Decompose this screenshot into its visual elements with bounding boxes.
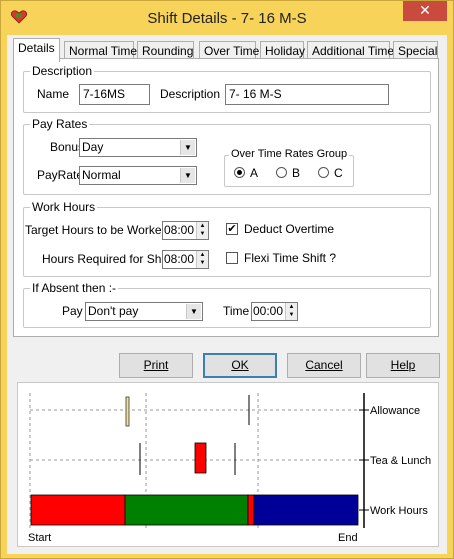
target-hours-label: Target Hours to be Worked (25, 223, 169, 237)
shift-timeline-chart: Allowance Tea & Lunch Work Hours Start E… (28, 393, 431, 544)
help-button-label: Help (390, 358, 416, 372)
pay-rates-group: Pay Rates Bonus Day ▼ PayRate Normal ▼ O… (23, 117, 431, 195)
radio-b-label: B (292, 166, 301, 180)
deduct-overtime-checkbox[interactable]: ✔ (226, 223, 238, 235)
description-group-title: Description (30, 64, 95, 78)
payrate-select[interactable]: Normal ▼ (79, 166, 197, 185)
chevron-down-icon[interactable]: ▼ (180, 140, 195, 155)
absent-time-spinner[interactable]: 00:00 ▲ ▼ (251, 302, 298, 321)
description-label: Description (160, 87, 221, 101)
row-label-tea-lunch: Tea & Lunch (370, 455, 431, 467)
ok-button[interactable]: OK (203, 353, 277, 378)
payrate-label: PayRate (37, 168, 84, 182)
help-button[interactable]: Help (366, 353, 440, 378)
x-end-label: End (338, 532, 358, 544)
bonus-select[interactable]: Day ▼ (79, 138, 197, 157)
absent-pay-value: Don't pay (88, 304, 139, 318)
hours-required-value: 08:00 (164, 252, 195, 266)
radio-a-label: A (250, 166, 259, 180)
if-absent-group: If Absent then :- Pay Don't pay ▼ Time 0… (23, 281, 431, 328)
spinner-arrows-icon[interactable]: ▲ ▼ (196, 251, 208, 268)
absent-time-label: Time (223, 304, 250, 318)
target-hours-value: 08:00 (164, 223, 195, 237)
chevron-down-icon[interactable]: ▼ (180, 168, 195, 183)
pay-rates-group-title: Pay Rates (30, 117, 90, 131)
description-field[interactable]: 7- 16 M-S (225, 84, 389, 105)
hours-required-spinner[interactable]: 08:00 ▲ ▼ (162, 250, 209, 269)
overtime-rates-group: Over Time Rates Group A B C (224, 148, 354, 187)
absent-pay-select[interactable]: Don't pay ▼ (85, 302, 203, 321)
description-group: Description Name 7-16MS Description 7- 1… (23, 64, 431, 113)
print-button-label: Print (143, 358, 169, 372)
absent-pay-label: Pay (62, 304, 83, 318)
overtime-rates-group-title: Over Time Rates Group (229, 148, 350, 160)
if-absent-group-title: If Absent then :- (30, 281, 119, 295)
work-hours-group: Work Hours Target Hours to be Worked 08:… (23, 200, 431, 277)
cancel-button-label: Cancel (305, 358, 343, 372)
work-hours-red-gap (247, 494, 255, 526)
row-label-work-hours: Work Hours (370, 505, 428, 517)
close-icon[interactable]: ✕ (403, 1, 447, 21)
cancel-button[interactable]: Cancel (287, 353, 361, 378)
radio-a[interactable] (234, 167, 245, 178)
payrate-select-value: Normal (82, 168, 121, 182)
target-hours-spinner[interactable]: 08:00 ▲ ▼ (162, 221, 209, 240)
hours-required-label: Hours Required for Shift (42, 252, 171, 266)
name-label: Name (37, 87, 70, 101)
flexi-time-label: Flexi Time Shift ? (244, 251, 337, 265)
x-start-label: Start (28, 532, 51, 544)
radio-b[interactable] (276, 167, 287, 178)
radio-c[interactable] (318, 167, 329, 178)
chevron-down-icon[interactable]: ▼ (186, 304, 201, 319)
ok-button-label: OK (231, 358, 249, 372)
work-hours-red-segment (30, 494, 126, 526)
work-hours-blue-segment (253, 494, 359, 526)
absent-time-value: 00:00 (253, 304, 284, 318)
tab-details[interactable]: Details (13, 38, 60, 62)
shift-timeline-panel: Allowance Tea & Lunch Work Hours Start E… (17, 382, 439, 547)
details-tab-page: Description Name 7-16MS Description 7- 1… (13, 58, 439, 337)
title-bar[interactable]: Shift Details - 7- 16 M-S ✕ (1, 1, 453, 35)
deduct-overtime-label: Deduct Overtime (244, 222, 335, 236)
bonus-select-value: Day (82, 140, 104, 154)
work-hours-green-segment (124, 494, 249, 526)
row-label-allowance: Allowance (370, 405, 420, 417)
spinner-arrows-icon[interactable]: ▲ ▼ (285, 303, 297, 320)
spinner-arrows-icon[interactable]: ▲ ▼ (196, 222, 208, 239)
shift-details-window: Shift Details - 7- 16 M-S ✕ Details Norm… (0, 0, 454, 559)
work-hours-group-title: Work Hours (30, 200, 98, 214)
dialog-client: Details Normal Time Rounding Over Time H… (7, 35, 447, 554)
flexi-time-checkbox[interactable] (226, 252, 238, 264)
lunch-break-bar (194, 442, 207, 474)
print-button[interactable]: Print (119, 353, 193, 378)
name-field[interactable]: 7-16MS (79, 84, 150, 105)
radio-c-label: C (334, 166, 343, 180)
allowance-marker (125, 396, 130, 427)
window-title: Shift Details - 7- 16 M-S (147, 10, 307, 27)
